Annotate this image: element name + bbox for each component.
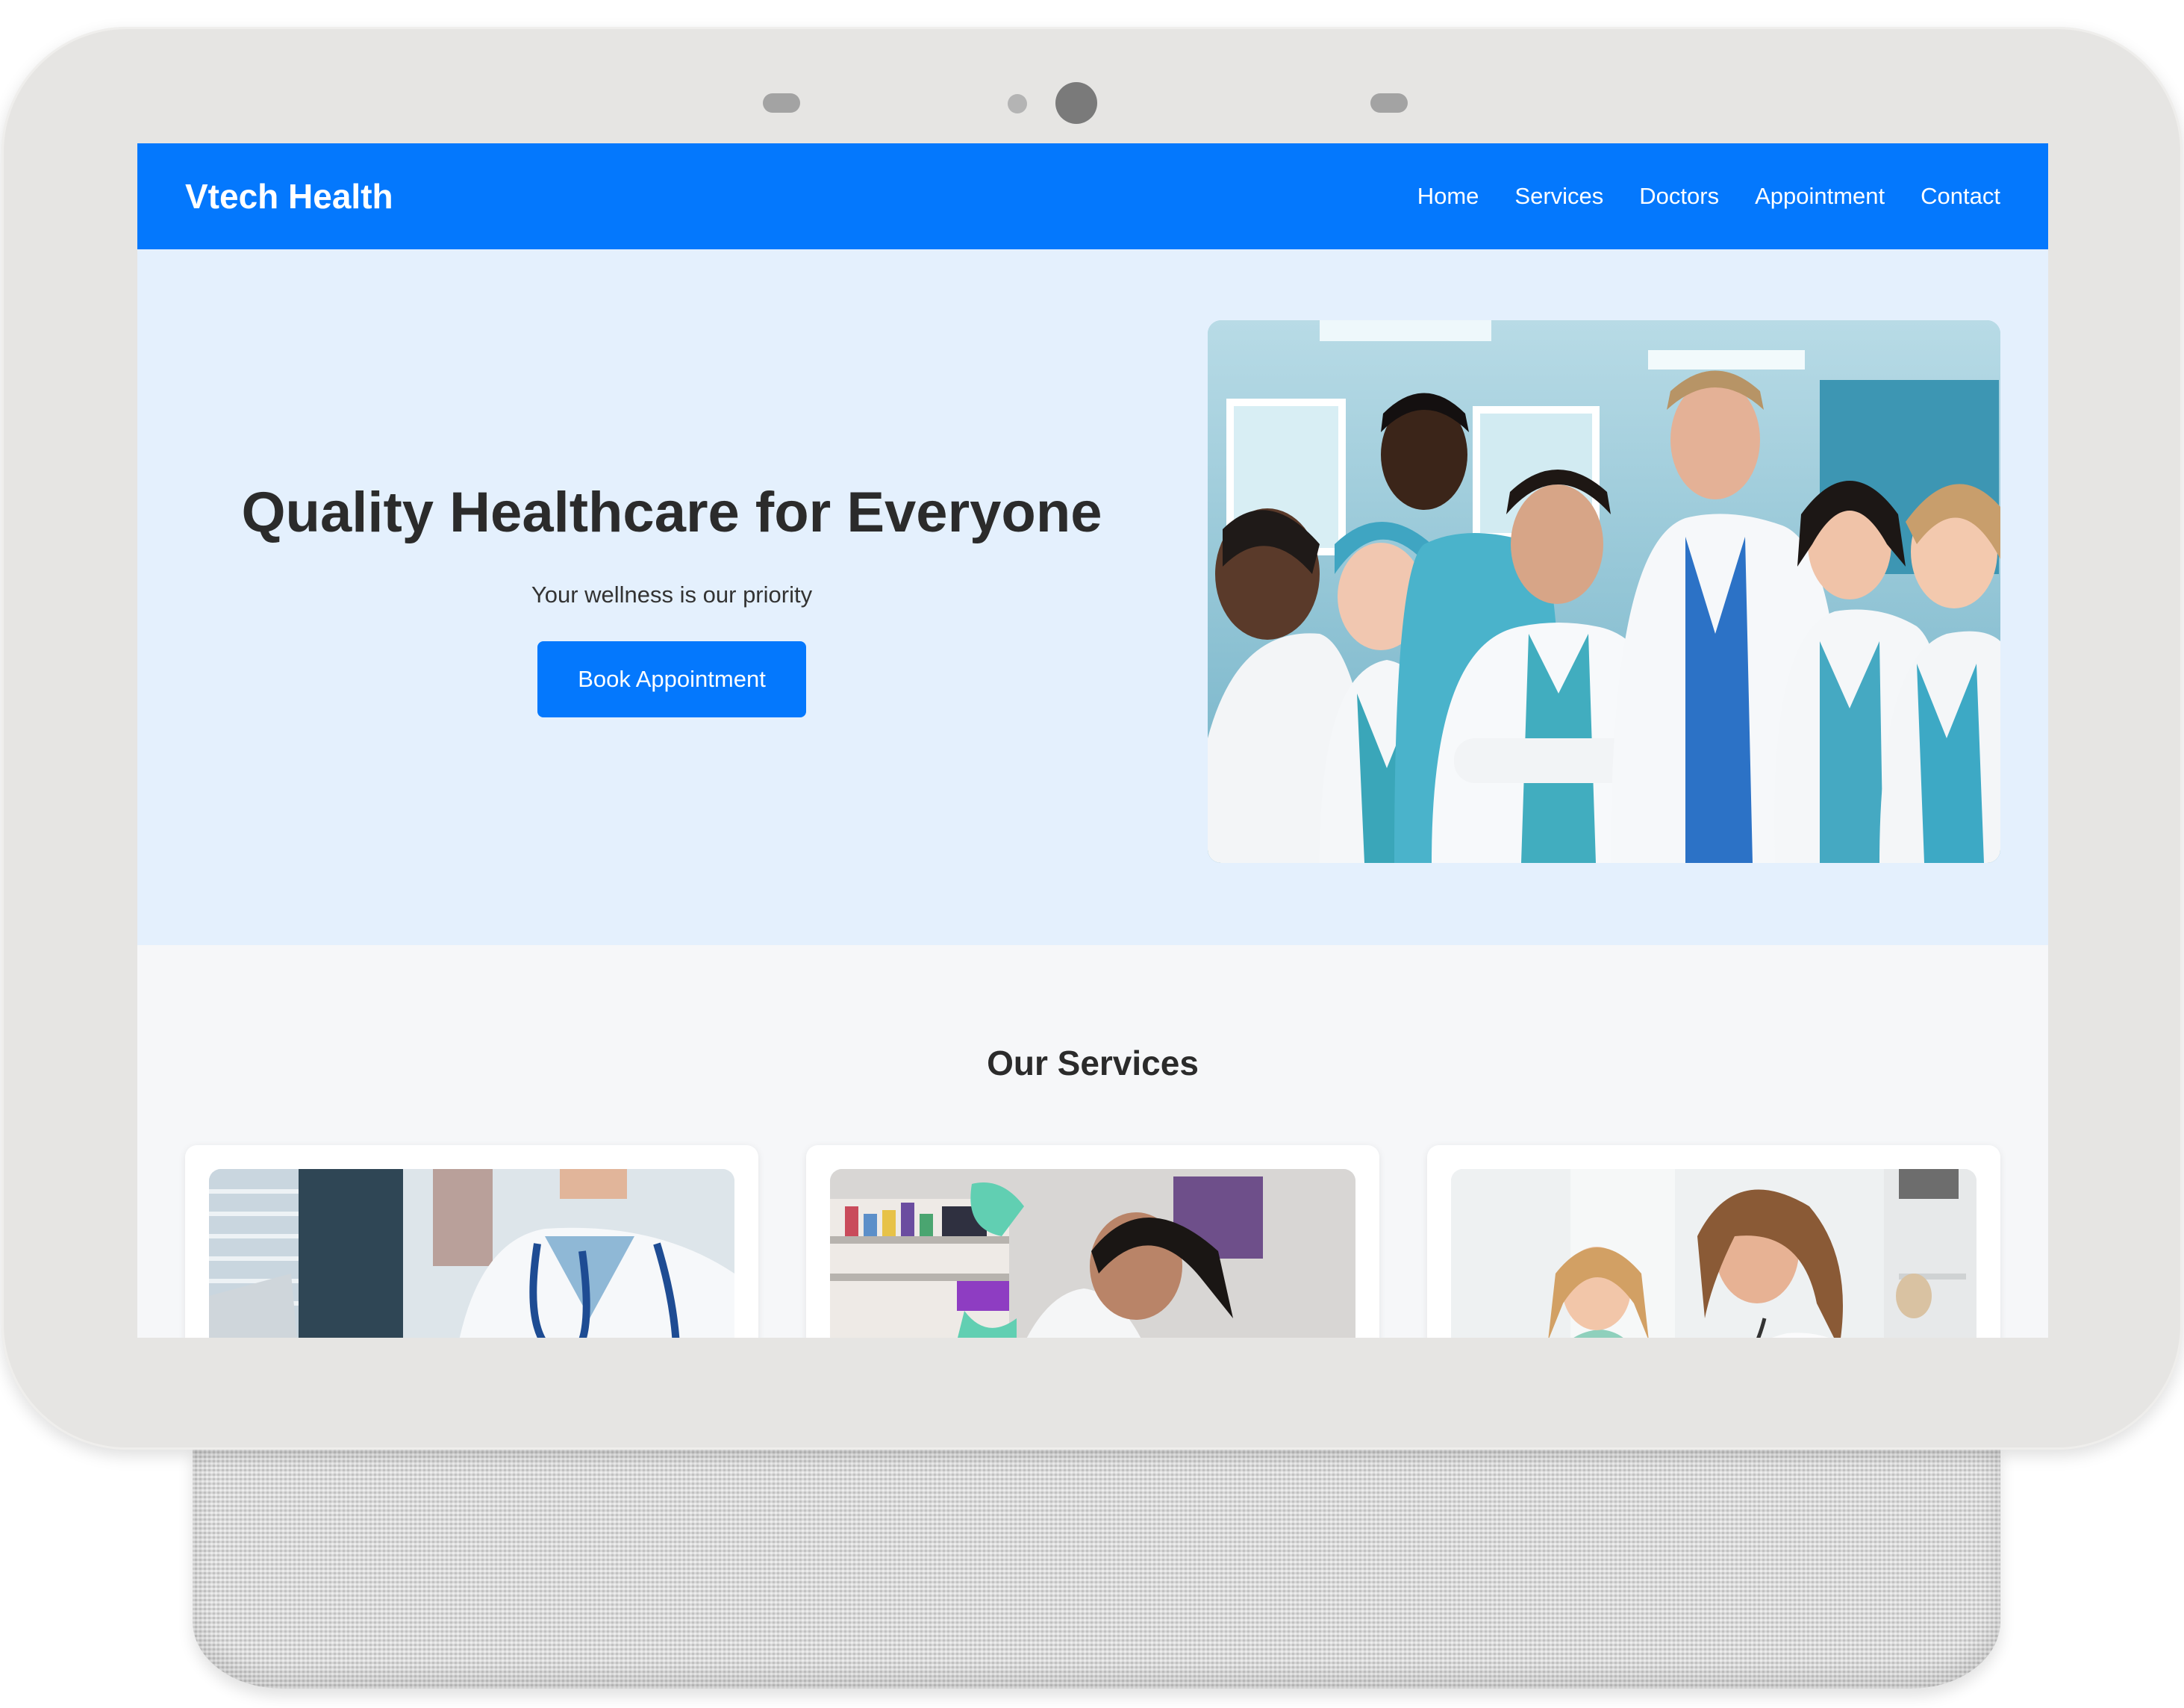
lab-scientist-photo xyxy=(830,1169,1355,1338)
microphone-slot-right xyxy=(1370,93,1408,113)
book-appointment-button[interactable]: Book Appointment xyxy=(537,641,806,717)
doctor-stethoscope-photo xyxy=(209,1169,734,1338)
microphone-slot-left xyxy=(763,93,800,113)
pediatric-checkup-photo xyxy=(1451,1169,1976,1338)
nav-link-contact[interactable]: Contact xyxy=(1921,178,2000,215)
top-navbar: Vtech Health Home Services Doctors Appoi… xyxy=(137,143,2048,249)
speaker-base xyxy=(193,1448,2000,1689)
main-navigation: Home Services Doctors Appointment Contac… xyxy=(1417,178,2000,215)
services-heading: Our Services xyxy=(987,1044,1199,1082)
service-card-general-practice[interactable] xyxy=(185,1145,758,1338)
service-card-laboratory[interactable] xyxy=(806,1145,1379,1338)
nav-link-appointment[interactable]: Appointment xyxy=(1755,178,1885,215)
service-card-pediatrics[interactable] xyxy=(1427,1145,2000,1338)
brand-logo[interactable]: Vtech Health xyxy=(185,175,393,218)
hero-subtitle: Your wellness is our priority xyxy=(531,582,813,608)
services-section: Our Services xyxy=(137,945,2048,1338)
medical-team-photo xyxy=(1208,320,2000,863)
hero-text-block: Quality Healthcare for Everyone Your wel… xyxy=(185,249,1158,945)
camera-lens xyxy=(1055,82,1097,124)
hero-section: Quality Healthcare for Everyone Your wel… xyxy=(137,249,2048,945)
nav-link-doctors[interactable]: Doctors xyxy=(1639,178,1719,215)
light-sensor xyxy=(1008,94,1027,113)
nav-link-services[interactable]: Services xyxy=(1514,178,1603,215)
hero-title: Quality Healthcare for Everyone xyxy=(241,481,1102,544)
pediatrics-illustration xyxy=(1451,1169,1976,1338)
medical-team-illustration xyxy=(1208,320,2000,863)
device-screen: Vtech Health Home Services Doctors Appoi… xyxy=(137,143,2048,1338)
doctor-illustration xyxy=(209,1169,734,1338)
lab-illustration xyxy=(830,1169,1355,1338)
nav-link-home[interactable]: Home xyxy=(1417,178,1479,215)
